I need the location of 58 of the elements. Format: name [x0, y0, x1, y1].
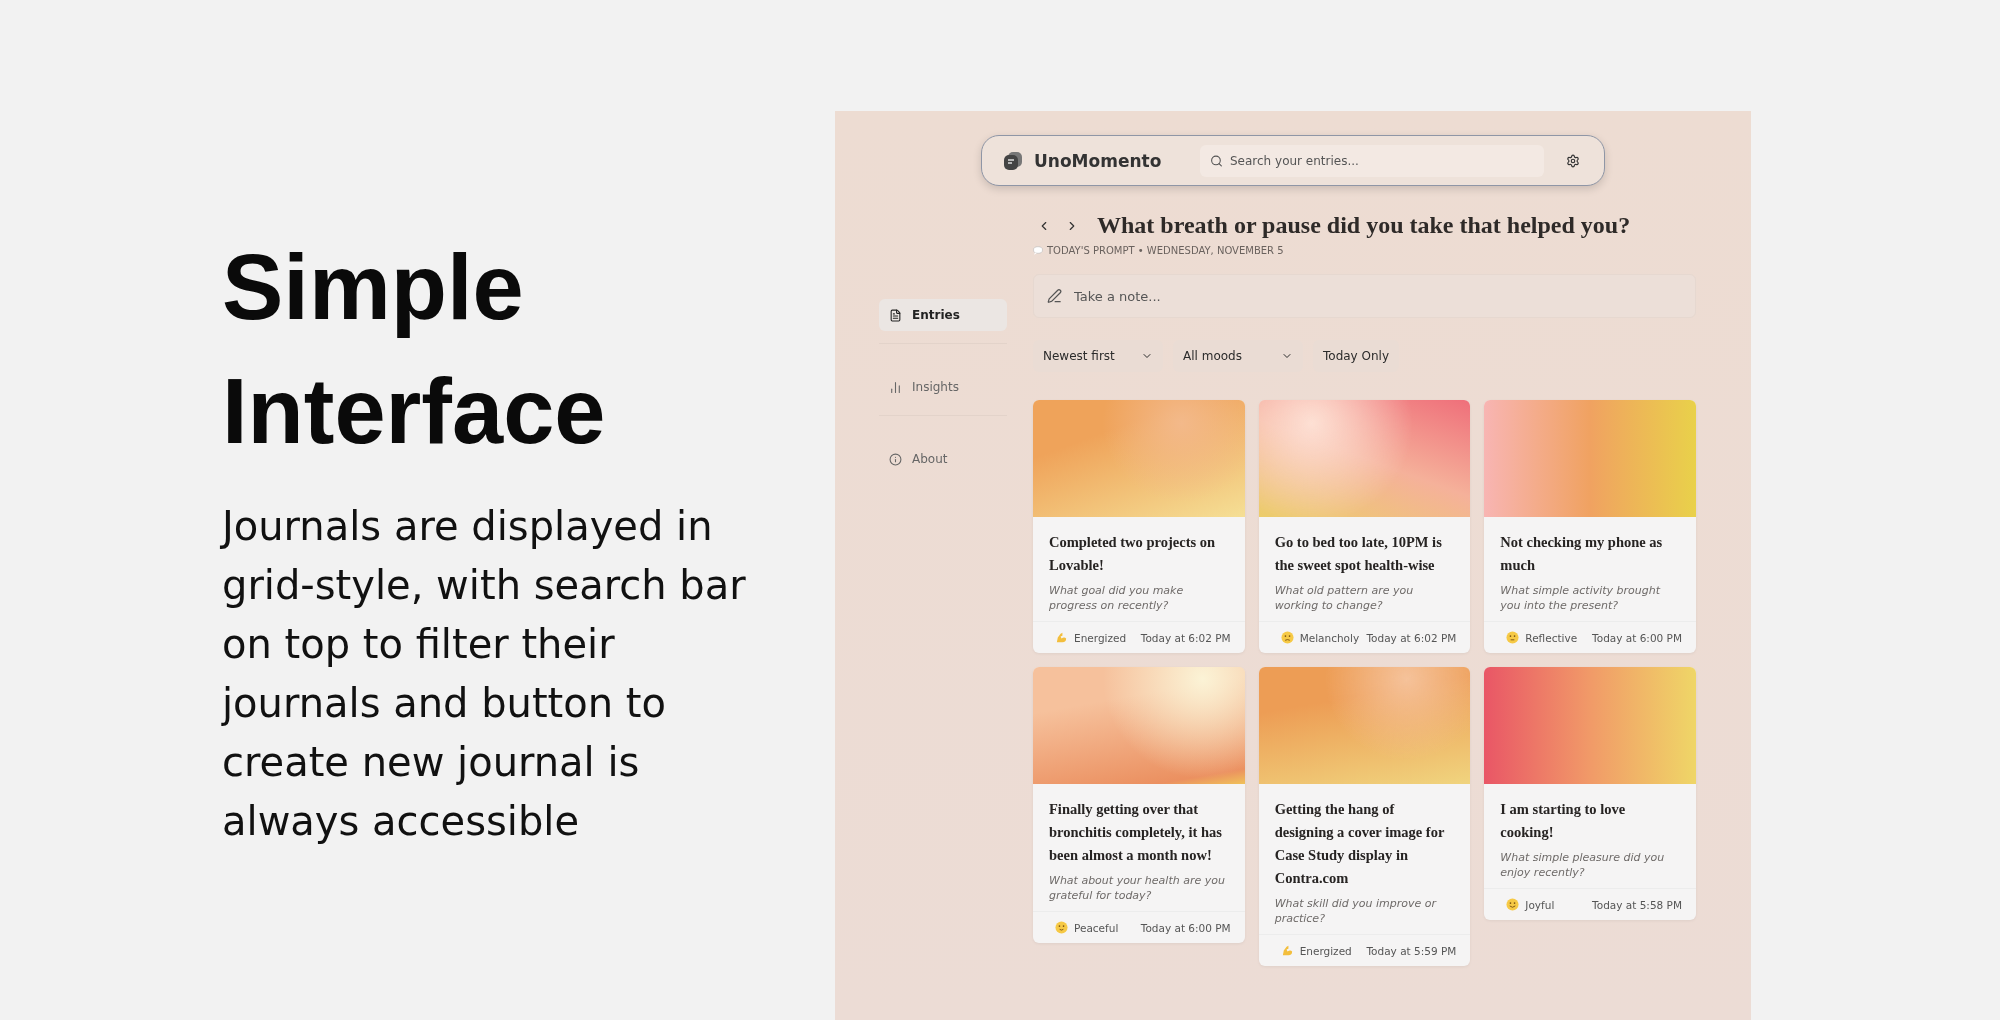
mood-label: Joyful [1525, 898, 1555, 911]
search-icon [1210, 154, 1223, 167]
entry-time: Today at 6:02 PM [1366, 631, 1457, 644]
entry-time: Today at 6:02 PM [1140, 631, 1231, 644]
entry-card[interactable]: Not checking my phone as much What simple activity brought you into the present? Reflective Today at 6:00 PM [1484, 400, 1696, 653]
mood-label: Melancholy [1299, 631, 1360, 644]
sidebar-item[interactable]: Insights [879, 371, 1007, 403]
smiling-face-icon [1506, 898, 1520, 911]
prompt-caption: TODAY'S PROMPT • WEDNESDAY, NOVEMBER 5 [1047, 245, 1284, 256]
mood-label: Energized [1074, 631, 1127, 644]
entry-card[interactable]: Finally getting over that bronchitis completely, it has been almost a month now! What about your health are you grateful for today? Peaceful Today at 6:00 PM [1033, 667, 1245, 943]
pen-icon [1047, 288, 1062, 304]
bar-chart-icon [889, 380, 902, 394]
sidebar-label: About [912, 452, 948, 466]
logo-icon [1002, 149, 1024, 172]
entry-prompt: What simple pleasure did you enjoy recently? [1500, 850, 1666, 880]
entry-title: Getting the hang of designing a cover image for Case Study display in Contra.com [1274, 800, 1446, 888]
entry-title: I am starting to love cooking! [1500, 800, 1627, 842]
sidebar-label: Insights [912, 380, 959, 394]
search-field[interactable]: Search your entries... [1200, 144, 1544, 177]
description: Journals are displayed in grid-style, with search bar on top to filter their journals and button to create new journal is always accessible [222, 502, 747, 846]
entry-time: Today at 6:00 PM [1140, 921, 1231, 934]
sidebar-item[interactable]: Entries [879, 299, 1007, 331]
mood-label: Energized [1299, 944, 1352, 957]
flexed-arm-icon [1280, 944, 1294, 957]
entry-title: Go to bed too late, 10PM is the sweet spot health-wise [1274, 533, 1443, 575]
prompt-title: What breath or pause did you take that helped you? [1097, 212, 1631, 239]
entry-prompt: What simple activity brought you into the present? [1500, 583, 1662, 613]
note-field[interactable]: Take a note... [1033, 274, 1696, 318]
entry-card[interactable]: I am starting to love cooking! What simple pleasure did you enjoy recently? Joyful Today at 5:58 PM [1484, 667, 1696, 920]
sidebar-label: Entries [912, 308, 960, 322]
speech-bubble-icon [1033, 246, 1043, 255]
document-icon [889, 308, 902, 322]
entry-title: Finally getting over that bronchitis completely, it has been almost a month now! [1049, 800, 1223, 865]
entry-time: Today at 5:58 PM [1592, 898, 1682, 911]
brand-name: UnoMomento [1034, 150, 1162, 171]
calm-face-icon [1055, 921, 1068, 934]
entry-card[interactable]: Getting the hang of designing a cover image for Case Study display in Contra.com What skill did you improve or practice? Energized Today at 5:59 PM [1258, 667, 1471, 966]
sidebar-item[interactable]: About [879, 443, 1007, 475]
entry-card[interactable]: Completed two projects on Lovable! What goal did you make progress on recently? Energized Today at 6:02 PM [1033, 400, 1245, 653]
entry-title: Completed two projects on Lovable! [1049, 533, 1217, 575]
sad-face-icon [1280, 631, 1294, 644]
gear-icon [1566, 153, 1580, 168]
entry-prompt: What skill did you improve or practice? [1274, 896, 1438, 926]
entry-time: Today at 5:59 PM [1366, 944, 1457, 957]
mood-label: Reflective [1525, 631, 1578, 644]
mood-label: Peaceful [1074, 921, 1119, 934]
headline: Simple [222, 235, 525, 340]
flexed-arm-icon [1055, 631, 1068, 644]
info-icon [889, 452, 902, 466]
headline: Interface [222, 359, 607, 464]
entry-time: Today at 6:00 PM [1592, 631, 1682, 644]
entry-prompt: What goal did you make progress on recently? [1049, 583, 1185, 613]
entry-card[interactable]: Go to bed too late, 10PM is the sweet spot health-wise What old pattern are you working to change? Melancholy Today at 6:02 PM [1258, 400, 1471, 653]
entry-prompt: What old pattern are you working to change? [1274, 583, 1415, 613]
thinking-face-icon [1506, 631, 1520, 644]
entry-prompt: What about your health are you grateful for today? [1049, 873, 1226, 903]
entry-title: Not checking my phone as much [1500, 533, 1664, 575]
